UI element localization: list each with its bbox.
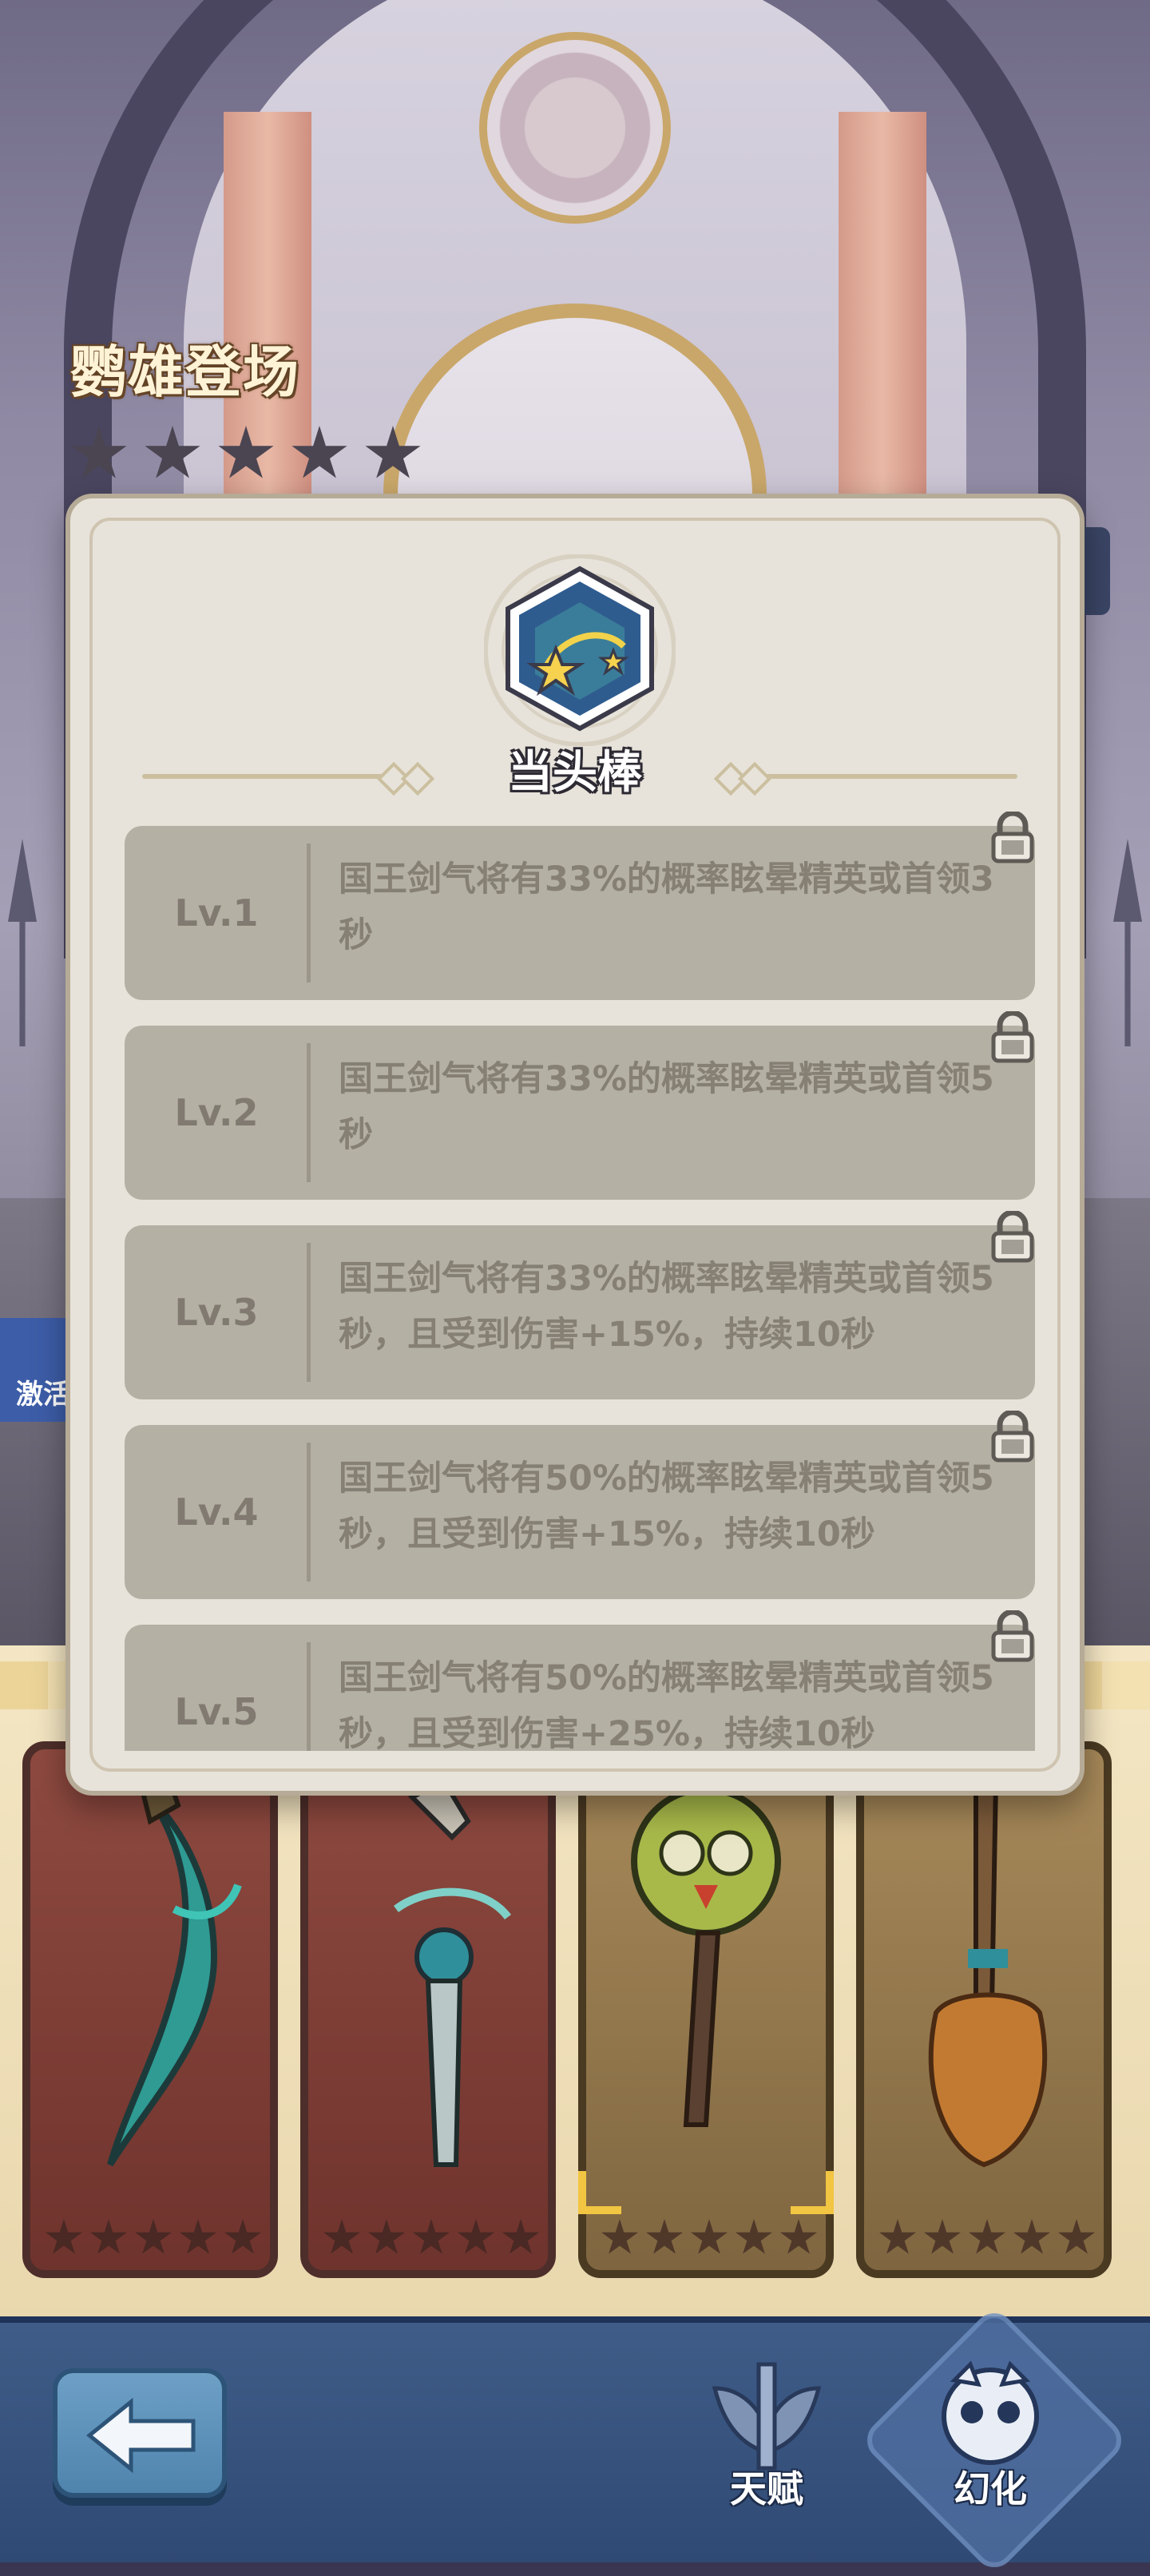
shooting-star-skill-icon [484, 554, 676, 746]
lock-icon [991, 1211, 1034, 1263]
lock-icon [991, 812, 1034, 863]
lock-icon [991, 1011, 1034, 1063]
skill-level-row: Lv.4 国王剑气将有50%的概率眩晕精英或首领5秒，且受到伤害+15%，持续1… [125, 1425, 1035, 1599]
level-description: 国王剑气将有33%的概率眩晕精英或首领3秒 [339, 859, 994, 955]
skill-level-row: Lv.1 国王剑气将有33%的概率眩晕精英或首领3秒 [125, 826, 1035, 1000]
lock-icon [991, 1610, 1034, 1662]
skill-level-row: Lv.3 国王剑气将有33%的概率眩晕精英或首领5秒，且受到伤害+15%，持续1… [125, 1225, 1035, 1399]
level-separator [307, 1443, 311, 1582]
level-number: Lv.4 [174, 1490, 259, 1534]
level-number: Lv.2 [174, 1091, 259, 1134]
level-description: 国王剑气将有50%的概率眩晕精英或首领5秒，且受到伤害+25%，持续10秒 [339, 1658, 994, 1751]
skill-name: 当头棒 [508, 747, 642, 799]
skill-level-row: Lv.2 国王剑气将有33%的概率眩晕精英或首领5秒 [125, 1026, 1035, 1200]
level-number: Lv.5 [174, 1690, 259, 1733]
level-separator [307, 1243, 311, 1382]
level-separator [307, 1642, 311, 1751]
skill-level-list[interactable]: Lv.1 国王剑气将有33%的概率眩晕精英或首领3秒 Lv.2 国王剑气将有33… [125, 826, 1035, 1751]
level-number: Lv.3 [174, 1291, 259, 1334]
skill-detail-modal: 当头棒 Lv.1 国王剑气将有33%的概率眩晕精英或首领3秒 Lv.2 国王剑气… [65, 494, 1085, 1796]
level-description: 国王剑气将有33%的概率眩晕精英或首领5秒 [339, 1059, 994, 1155]
lock-icon [991, 1411, 1034, 1463]
level-description: 国王剑气将有33%的概率眩晕精英或首领5秒，且受到伤害+15%，持续10秒 [339, 1259, 994, 1355]
level-separator [307, 843, 311, 982]
level-number: Lv.1 [174, 891, 259, 935]
level-description: 国王剑气将有50%的概率眩晕精英或首领5秒，且受到伤害+15%，持续10秒 [339, 1459, 994, 1554]
level-separator [307, 1043, 311, 1182]
skill-level-row: Lv.5 国王剑气将有50%的概率眩晕精英或首领5秒，且受到伤害+25%，持续1… [125, 1625, 1035, 1751]
